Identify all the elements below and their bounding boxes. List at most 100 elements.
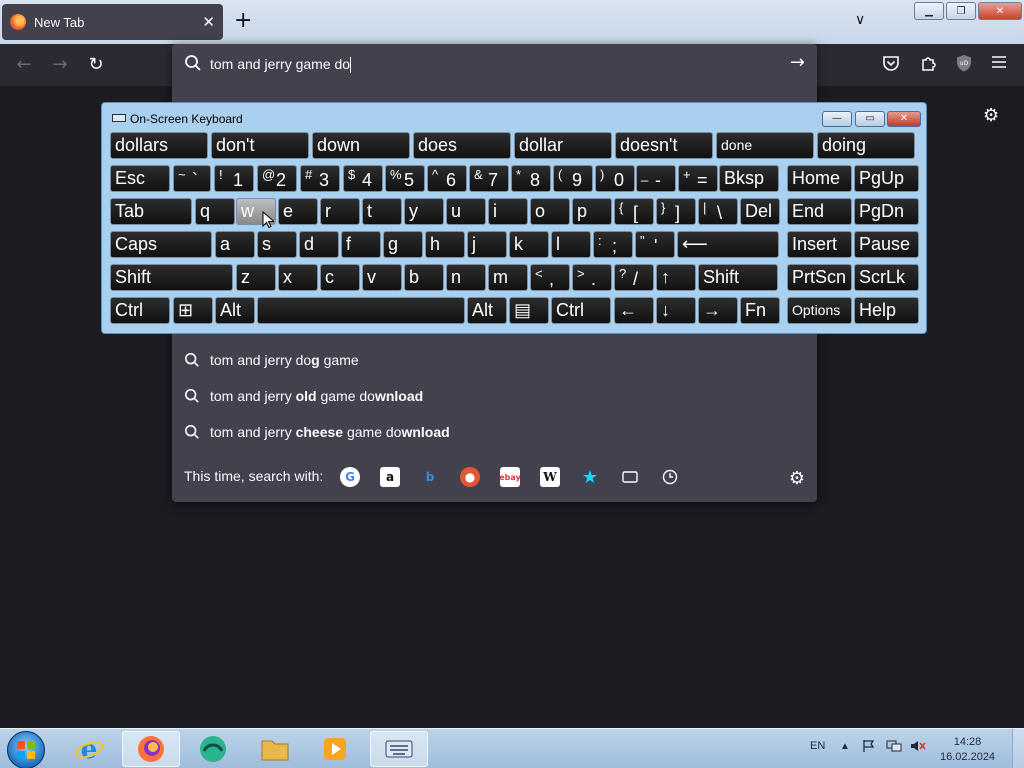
tab-new-tab[interactable]: New Tab ✕ (2, 4, 223, 40)
firefox-taskbar-icon[interactable] (122, 731, 180, 767)
tab-close-icon[interactable]: ✕ (202, 13, 215, 31)
osk-key-v[interactable]: v (362, 264, 402, 291)
on-screen-keyboard-taskbar-icon[interactable] (370, 731, 428, 767)
osk-restore-button[interactable]: ▭ (855, 111, 885, 127)
osk-key-5[interactable]: % 5 (385, 165, 425, 192)
action-center-flag-icon[interactable] (862, 739, 876, 768)
start-button[interactable] (7, 731, 45, 768)
go-arrow-icon[interactable]: → (790, 52, 805, 73)
google-icon[interactable]: G (340, 467, 360, 487)
osk-key-down[interactable]: down (312, 132, 410, 159)
osk-key-esc[interactable]: Esc (110, 165, 170, 192)
file-explorer-taskbar-icon[interactable] (246, 731, 304, 767)
osk-key-i[interactable]: i (488, 198, 528, 225)
pocket-icon[interactable] (882, 54, 900, 76)
volume-muted-icon[interactable] (910, 739, 926, 768)
tabs-icon[interactable] (620, 467, 640, 487)
osk-key-symbol[interactable]: ~ ` (173, 165, 211, 192)
osk-key-insert[interactable]: Insert (787, 231, 852, 258)
language-indicator[interactable]: EN (810, 740, 825, 768)
close-button[interactable]: ✕ (978, 2, 1022, 20)
osk-key-r[interactable]: r (320, 198, 360, 225)
osk-key-k[interactable]: k (509, 231, 549, 258)
osk-key-b[interactable]: b (404, 264, 444, 291)
osk-minimize-button[interactable]: — (822, 111, 852, 127)
bing-icon[interactable]: b (420, 467, 440, 487)
osk-key-bksp[interactable]: Bksp (719, 165, 779, 192)
osk-key-g[interactable]: g (383, 231, 423, 258)
gear-icon[interactable]: ⚙ (983, 105, 999, 126)
extensions-icon[interactable] (920, 54, 938, 76)
amazon-icon[interactable]: a (380, 467, 400, 487)
osk-key-right[interactable]: → (698, 297, 738, 324)
osk-key-up[interactable]: ↑ (656, 264, 696, 291)
osk-key-p[interactable]: p (572, 198, 612, 225)
osk-key-x[interactable]: x (278, 264, 318, 291)
osk-key-doing[interactable]: doing (817, 132, 915, 159)
osk-key-symbol[interactable]: {[ (614, 198, 654, 225)
search-settings-gear-icon[interactable]: ⚙ (789, 468, 805, 489)
bookmarks-icon[interactable]: ★ (580, 467, 600, 488)
osk-key-home[interactable]: Home (787, 165, 852, 192)
osk-key-1[interactable]: ! 1 (214, 165, 254, 192)
clock[interactable]: 14:28 16.02.2024 (940, 735, 995, 765)
osk-key-n[interactable]: n (446, 264, 486, 291)
osk-key-does[interactable]: does (413, 132, 511, 159)
osk-key-e[interactable]: e (278, 198, 318, 225)
osk-key-ctrl[interactable]: Ctrl (110, 297, 170, 324)
suggestion-item[interactable]: tom and jerry old game download (184, 385, 784, 407)
internet-explorer-taskbar-icon[interactable]: e (60, 731, 118, 767)
osk-key-symbol[interactable]: }] (656, 198, 696, 225)
history-icon[interactable] (660, 467, 680, 487)
osk-key-q[interactable]: q (195, 198, 235, 225)
osk-key-9[interactable]: (9 (553, 165, 593, 192)
menu-icon[interactable] (991, 54, 1007, 74)
osk-key-symbol[interactable]: | \ (698, 198, 738, 225)
osk-key-symbol[interactable]: _ - (636, 165, 676, 192)
app-taskbar-icon[interactable] (184, 731, 242, 767)
minimize-button[interactable]: ▁ (914, 2, 944, 20)
osk-close-button[interactable]: ✕ (887, 111, 921, 127)
osk-key-o[interactable]: o (530, 198, 570, 225)
show-hidden-icons-icon[interactable]: ▲ (840, 741, 850, 768)
osk-key-y[interactable]: y (404, 198, 444, 225)
url-input[interactable]: tom and jerry game do → (172, 44, 817, 84)
osk-key-8[interactable]: * 8 (511, 165, 551, 192)
osk-key-l[interactable]: l (551, 231, 591, 258)
osk-key-symbol[interactable]: >. (572, 264, 612, 291)
osk-key-j[interactable]: j (467, 231, 507, 258)
osk-key-3[interactable]: #3 (300, 165, 340, 192)
osk-key-0[interactable]: ) 0 (595, 165, 635, 192)
osk-key-t[interactable]: t (362, 198, 402, 225)
osk-key-ctrl[interactable]: Ctrl (551, 297, 611, 324)
media-player-taskbar-icon[interactable] (306, 731, 364, 767)
forward-button[interactable]: → (49, 54, 71, 75)
osk-key-prtscn[interactable]: PrtScn (787, 264, 852, 291)
osk-key-done[interactable]: done (716, 132, 814, 159)
osk-key-windows[interactable]: ⊞ (173, 297, 213, 324)
back-button[interactable]: ← (13, 54, 35, 75)
osk-key-fn[interactable]: Fn (740, 297, 780, 324)
osk-key-space[interactable] (257, 297, 465, 324)
list-all-tabs-icon[interactable]: ∨ (855, 12, 865, 28)
osk-key-4[interactable]: $4 (343, 165, 383, 192)
osk-key-shift[interactable]: Shift (698, 264, 778, 291)
osk-key-alt[interactable]: Alt (215, 297, 255, 324)
osk-key-end[interactable]: End (787, 198, 852, 225)
osk-key-scrlk[interactable]: ScrLk (854, 264, 919, 291)
osk-key-c[interactable]: c (320, 264, 360, 291)
ublock-icon[interactable]: uO (955, 54, 973, 76)
osk-key-u[interactable]: u (446, 198, 486, 225)
osk-key-s[interactable]: s (257, 231, 297, 258)
show-desktop-button[interactable] (1012, 729, 1024, 768)
osk-key-tab[interactable]: Tab (110, 198, 192, 225)
suggestion-item[interactable]: tom and jerry cheese game download (184, 421, 784, 443)
osk-key-menu[interactable]: ▤ (509, 297, 549, 324)
duckduckgo-icon[interactable]: ● (460, 467, 480, 487)
osk-key-h[interactable]: h (425, 231, 465, 258)
osk-key-enter[interactable]: ⟵ (677, 231, 779, 258)
wikipedia-icon[interactable]: W (540, 467, 560, 487)
network-icon[interactable] (886, 739, 902, 768)
osk-key-pause[interactable]: Pause (854, 231, 919, 258)
osk-key-doesn-t[interactable]: doesn't (615, 132, 713, 159)
